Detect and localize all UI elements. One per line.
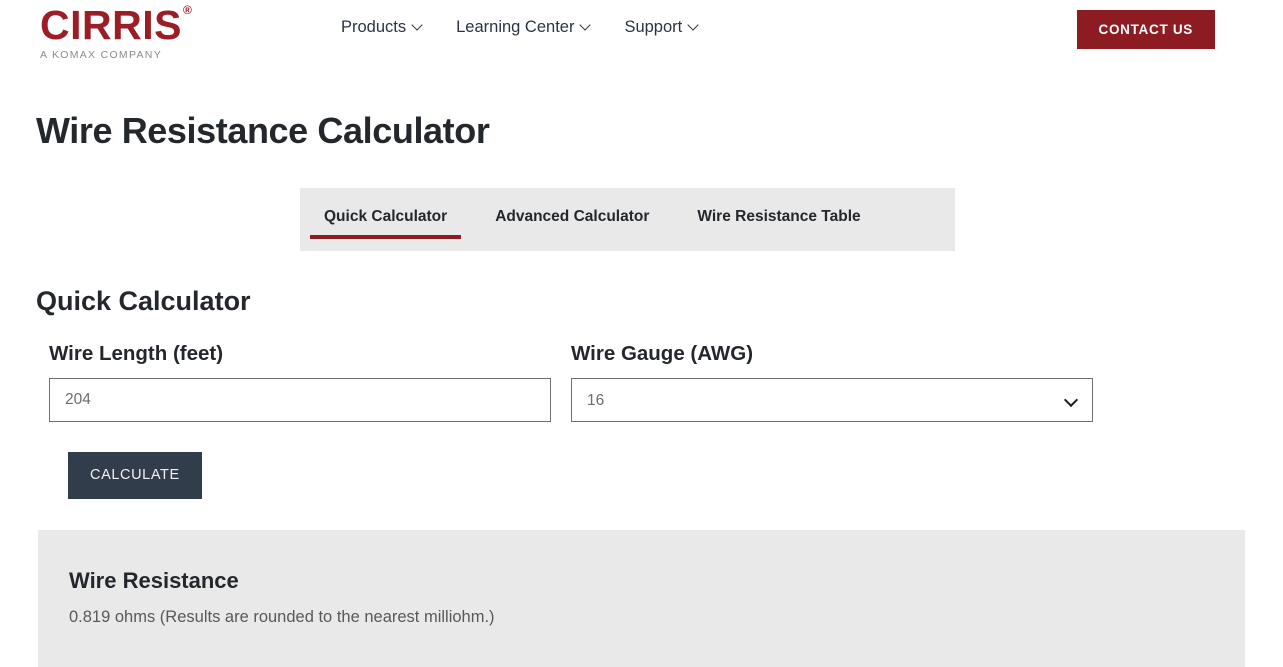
registered-trademark-icon: ®: [182, 3, 193, 18]
wire-length-field-group: Wire Length (feet): [49, 342, 551, 422]
calculator-tabs: Quick Calculator Advanced Calculator Wir…: [300, 188, 955, 251]
nav-item-label: Products: [341, 18, 407, 36]
form-field-row: Wire Length (feet) Wire Gauge (AWG) 16: [49, 342, 1239, 422]
calculator-form: Wire Length (feet) Wire Gauge (AWG) 16: [49, 342, 1239, 422]
logo-wordmark-text: CIRRIS: [40, 2, 182, 48]
wire-gauge-select[interactable]: 16: [571, 378, 1093, 422]
nav-item-products[interactable]: Products: [341, 18, 422, 37]
site-header: CIRRIS® A KOMAX COMPANY Products Learnin…: [0, 0, 1283, 68]
tab-label: Quick Calculator: [324, 208, 448, 225]
section-title: Quick Calculator: [36, 286, 251, 316]
tab-advanced-calculator[interactable]: Advanced Calculator: [471, 188, 673, 251]
tab-quick-calculator[interactable]: Quick Calculator: [300, 188, 471, 251]
chevron-down-icon: [581, 21, 590, 30]
nav-item-learning-center[interactable]: Learning Center: [456, 18, 590, 37]
page-title: Wire Resistance Calculator: [36, 110, 490, 151]
result-value: 0.819 ohms (Results are rounded to the n…: [69, 608, 495, 626]
wire-gauge-label: Wire Gauge (AWG): [571, 342, 754, 365]
logo-tagline: A KOMAX COMPANY: [40, 49, 162, 62]
nav-item-label: Support: [624, 18, 683, 36]
nav-item-support[interactable]: Support: [624, 18, 698, 37]
tab-label: Wire Resistance Table: [697, 208, 861, 225]
page-root: CIRRIS® A KOMAX COMPANY Products Learnin…: [0, 0, 1283, 667]
main-nav: Products Learning Center Support: [341, 18, 698, 37]
wire-gauge-select-wrap: 16: [571, 378, 1093, 422]
result-panel: Wire Resistance 0.819 ohms (Results are …: [38, 530, 1245, 667]
cirris-logo[interactable]: CIRRIS® A KOMAX COMPANY: [40, 2, 220, 62]
logo-wordmark: CIRRIS®: [40, 2, 193, 48]
tab-wire-resistance-table[interactable]: Wire Resistance Table: [673, 188, 884, 251]
wire-gauge-field-group: Wire Gauge (AWG) 16: [571, 342, 1093, 422]
chevron-down-icon: [689, 21, 698, 30]
wire-length-input[interactable]: [49, 378, 551, 422]
wire-length-label: Wire Length (feet): [49, 342, 224, 365]
contact-us-button[interactable]: CONTACT US: [1076, 10, 1215, 49]
tab-label: Advanced Calculator: [495, 208, 650, 225]
calculate-button[interactable]: CALCULATE: [68, 452, 202, 499]
chevron-down-icon: [413, 21, 422, 30]
nav-item-label: Learning Center: [456, 18, 575, 36]
result-title: Wire Resistance: [69, 568, 239, 593]
